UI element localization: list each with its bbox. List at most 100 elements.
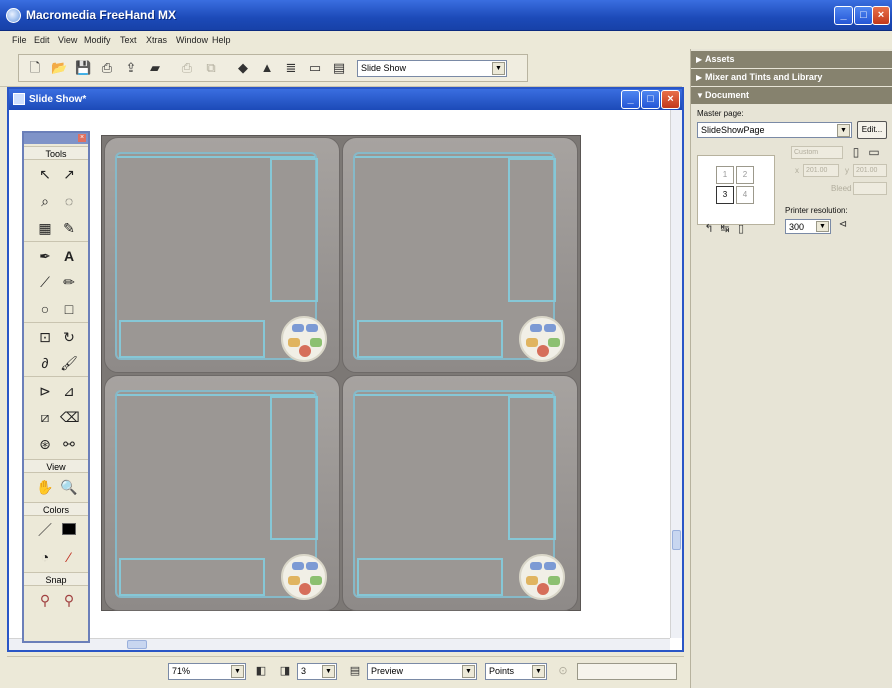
brush-tool-icon[interactable]: 🖌 bbox=[60, 354, 78, 372]
graphic-hose-icon[interactable]: ⊛ bbox=[36, 435, 54, 453]
eraser-tool-icon[interactable]: ⌫ bbox=[60, 408, 80, 426]
chevron-down-icon[interactable]: ▼ bbox=[231, 665, 244, 678]
duplicate-page-icon[interactable]: ↹ bbox=[717, 221, 733, 237]
printer-resolution-select[interactable]: 300 ▼ bbox=[785, 219, 831, 234]
minimize-button[interactable]: _ bbox=[834, 6, 853, 25]
remove-page-icon[interactable]: ▯ bbox=[733, 221, 749, 237]
chevron-down-icon[interactable]: ▼ bbox=[837, 124, 850, 137]
close-icon[interactable]: × bbox=[78, 134, 86, 142]
menu-help[interactable]: Help bbox=[212, 35, 231, 45]
stop-icon[interactable]: ⊙ bbox=[555, 663, 571, 679]
trace-tool-icon[interactable]: ▦ bbox=[36, 219, 54, 237]
eyedropper-tool-icon[interactable]: ✎ bbox=[60, 219, 78, 237]
export-icon[interactable]: ⇪ bbox=[123, 60, 139, 76]
text-tool-icon[interactable]: A bbox=[60, 247, 78, 265]
fill-color-icon[interactable]: ◔ bbox=[36, 548, 54, 566]
drawing-canvas[interactable] bbox=[9, 110, 670, 638]
zoom-tool-icon[interactable]: 🔍 bbox=[60, 478, 78, 496]
menu-xtras[interactable]: Xtras bbox=[146, 35, 167, 45]
envelope-tool-icon[interactable]: ⊿ bbox=[60, 382, 78, 400]
swf-icon[interactable]: ▤ bbox=[331, 60, 347, 76]
vertical-scrollbar[interactable] bbox=[670, 110, 682, 638]
print-icon[interactable]: ⎙ bbox=[179, 60, 195, 76]
stroke-color-icon[interactable]: ／ bbox=[36, 521, 54, 539]
preview-mode-combo[interactable]: Preview ▼ bbox=[367, 663, 477, 680]
close-button[interactable]: × bbox=[872, 6, 890, 25]
slide-page-2[interactable] bbox=[342, 137, 578, 373]
slide-nav-control[interactable] bbox=[281, 316, 327, 362]
tools-panel-header[interactable]: × bbox=[24, 133, 88, 144]
slide-page-4[interactable] bbox=[342, 375, 578, 611]
ellipse-tool-icon[interactable]: ○ bbox=[36, 300, 54, 318]
import-icon[interactable]: ⎙ bbox=[99, 60, 115, 76]
next-page-icon[interactable]: ◨ bbox=[277, 663, 293, 679]
snap-to-point-icon[interactable]: ⚲ bbox=[36, 591, 54, 609]
resolution-options-icon[interactable]: ⊲ bbox=[835, 217, 851, 233]
chevron-down-icon[interactable]: ▼ bbox=[492, 62, 505, 75]
lasso-tool-icon[interactable]: ◌ bbox=[60, 192, 78, 210]
previous-page-icon[interactable]: ◧ bbox=[253, 663, 269, 679]
new-icon[interactable]: 🗋 bbox=[27, 60, 43, 76]
bleed-field[interactable] bbox=[853, 182, 887, 195]
line-tool-icon[interactable]: ⟋ bbox=[36, 273, 54, 291]
library-icon[interactable]: ▭ bbox=[307, 60, 323, 76]
rectangle-tool-icon[interactable]: □ bbox=[60, 300, 78, 318]
chart-tool-icon[interactable]: ⚯ bbox=[60, 435, 78, 453]
page-number-combo[interactable]: 3 ▼ bbox=[297, 663, 337, 680]
chevron-down-icon[interactable]: ▼ bbox=[322, 665, 335, 678]
horizontal-scrollbar[interactable] bbox=[9, 638, 670, 650]
page-tool-icon[interactable]: ⌕ bbox=[36, 192, 54, 210]
y-field[interactable]: 201.00 bbox=[853, 164, 887, 177]
publish-icon[interactable]: ▰ bbox=[147, 60, 163, 76]
menu-modify[interactable]: Modify bbox=[84, 35, 111, 45]
slide-page-3[interactable] bbox=[104, 375, 340, 611]
units-combo[interactable]: Points ▼ bbox=[485, 663, 547, 680]
horizontal-scroll-thumb[interactable] bbox=[127, 640, 147, 649]
chevron-down-icon[interactable]: ▼ bbox=[532, 665, 545, 678]
align-icon[interactable]: ◆ bbox=[235, 60, 251, 76]
page-size-select[interactable]: Custom bbox=[791, 146, 843, 159]
page-thumb-1[interactable]: 1 bbox=[716, 166, 734, 184]
snap-to-object-icon[interactable]: ⚲ bbox=[60, 591, 78, 609]
page-thumb-4[interactable]: 4 bbox=[736, 186, 754, 204]
menu-edit[interactable]: Edit bbox=[34, 35, 50, 45]
chevron-down-icon[interactable]: ▼ bbox=[816, 221, 829, 232]
slide-nav-control[interactable] bbox=[281, 554, 327, 600]
text-editor-icon[interactable]: ≣ bbox=[283, 60, 299, 76]
page-thumb-3[interactable]: 3 bbox=[716, 186, 734, 204]
open-icon[interactable]: 📂 bbox=[51, 60, 67, 76]
transform-icon[interactable]: ▲ bbox=[259, 60, 275, 76]
page-thumb-2[interactable]: 2 bbox=[736, 166, 754, 184]
x-field[interactable]: 201.00 bbox=[803, 164, 839, 177]
save-icon[interactable]: 💾 bbox=[75, 60, 91, 76]
doc-maximize-button[interactable]: □ bbox=[641, 90, 660, 109]
document-combo[interactable]: Slide Show ▼ bbox=[357, 60, 507, 77]
rotate-tool-icon[interactable]: ↻ bbox=[60, 328, 78, 346]
zoom-combo[interactable]: 71% ▼ bbox=[168, 663, 246, 680]
maximize-button[interactable]: □ bbox=[854, 6, 873, 25]
mixer-panel-header[interactable]: ▶ Mixer and Tints and Library bbox=[691, 69, 892, 86]
slide-page-1[interactable] bbox=[104, 137, 340, 373]
title-bar[interactable]: Macromedia FreeHand MX _ □ × bbox=[0, 0, 892, 31]
chevron-down-icon[interactable]: ▼ bbox=[462, 665, 475, 678]
connector-tool-icon[interactable]: ⊳ bbox=[36, 382, 54, 400]
stroke-color-swatch[interactable] bbox=[62, 523, 76, 535]
doc-close-button[interactable]: × bbox=[661, 90, 680, 109]
pencil-tool-icon[interactable]: ✏ bbox=[60, 273, 78, 291]
hand-tool-icon[interactable]: ✋ bbox=[36, 478, 54, 496]
page-info-icon[interactable]: ▤ bbox=[347, 663, 363, 679]
slide-nav-control[interactable] bbox=[519, 554, 565, 600]
vertical-scroll-thumb[interactable] bbox=[672, 530, 681, 550]
document-title-bar[interactable]: Slide Show* _ □ × bbox=[9, 89, 682, 110]
menu-file[interactable]: File bbox=[12, 35, 27, 45]
portrait-icon[interactable]: ▯ bbox=[848, 144, 864, 160]
doc-minimize-button[interactable]: _ bbox=[621, 90, 640, 109]
no-color-icon[interactable]: ⁄ bbox=[60, 548, 78, 566]
scale-tool-icon[interactable]: ⊡ bbox=[36, 328, 54, 346]
knife-tool-icon[interactable]: ⧄ bbox=[36, 408, 54, 426]
subselect-tool-icon[interactable]: ↗ bbox=[60, 165, 78, 183]
slide-nav-control[interactable] bbox=[519, 316, 565, 362]
landscape-icon[interactable]: ▭ bbox=[866, 144, 882, 160]
clone-icon[interactable]: ⧉ bbox=[203, 60, 219, 76]
add-page-icon[interactable]: ↰ bbox=[701, 221, 717, 237]
